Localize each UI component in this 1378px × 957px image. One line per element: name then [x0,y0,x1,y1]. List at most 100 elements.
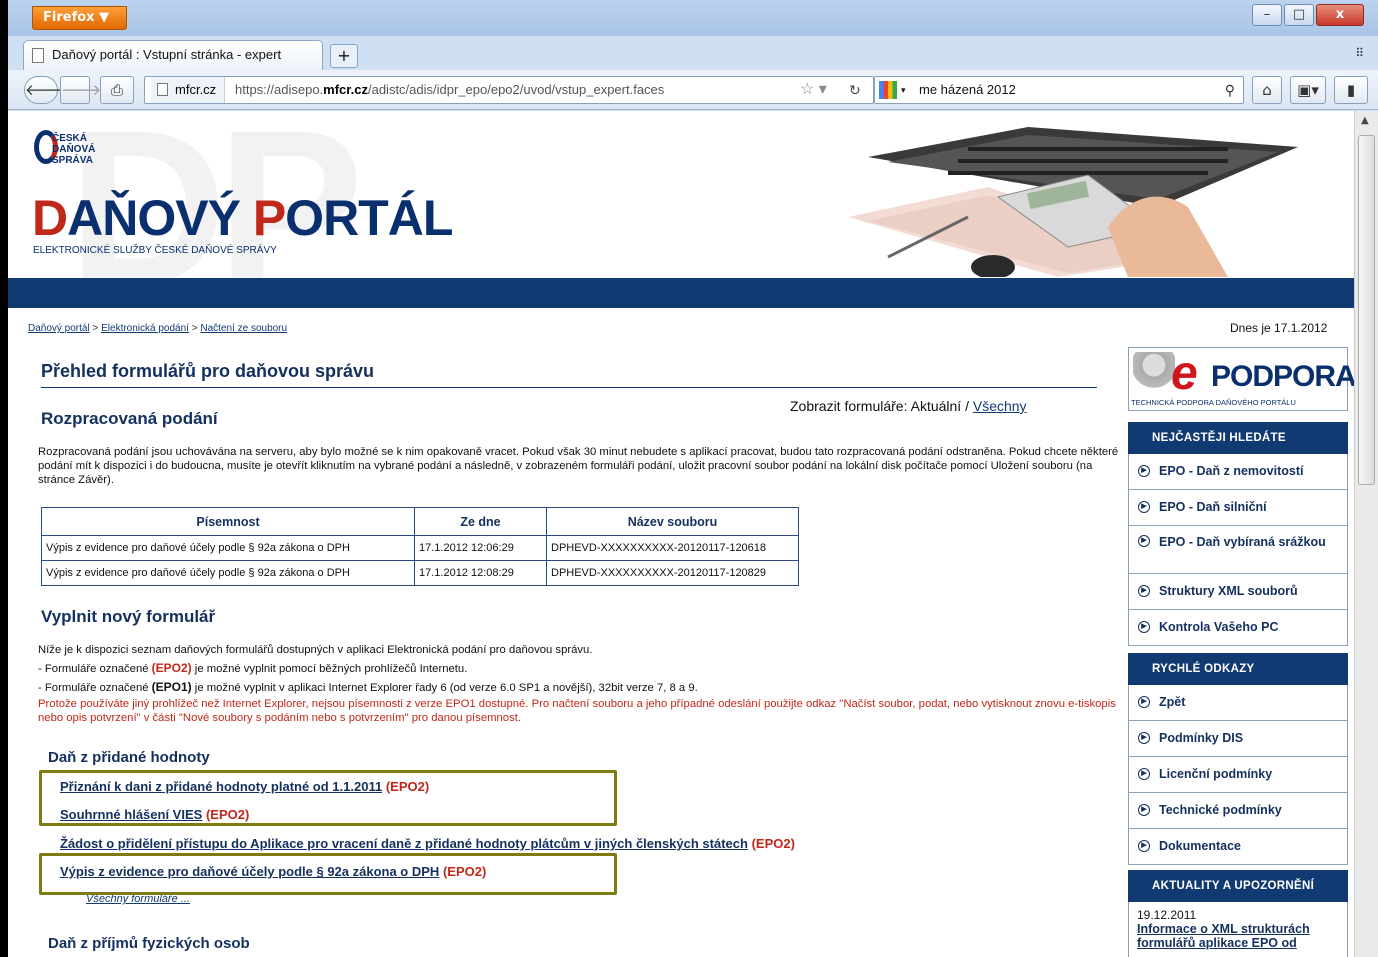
intro-line: Níže je k dispozici seznam daňových form… [38,644,593,656]
intro-line: - Formuláře označené (EPO2) je možné vyp… [38,659,1128,678]
print-button[interactable]: ⎙ [100,76,134,104]
sidebar-link-dan-silnicni[interactable]: ▶ EPO - Daň silniční [1128,490,1348,526]
news-date: 19.12.2011 [1137,908,1197,922]
bookmarks-icon: ▮ [1346,81,1356,99]
bookmark-star-icon[interactable]: ☆ ▾ [800,77,827,103]
minimize-button[interactable]: – [1252,4,1282,26]
column-header: Písemnost [41,507,415,536]
sidebar-link-dan-nemovitosti[interactable]: ▶ EPO - Daň z nemovitostí [1128,454,1348,490]
table-cell[interactable]: DPHEVD-XXXXXXXXXX-20120117-120829 [546,560,799,586]
google-icon[interactable] [879,81,897,99]
arrow-right-icon: ▶ [1138,732,1150,744]
table-row[interactable]: Výpis z evidence pro daňové účely podle … [41,560,799,586]
pfo-section-heading: Daň z příjmů fyzických osob [48,935,250,952]
sidebar-link-label: Licenční podmínky [1159,767,1273,781]
reload-icon[interactable]: ↻ [849,77,861,103]
breadcrumb-link-nacteni[interactable]: Načtení ze souboru [200,323,287,334]
portal-header: D P ČESKÁ DAŇOVÁ SPRÁVA DAŇOVÝ PORTÁL ELE… [8,111,1354,278]
arrow-right-icon: ▶ [1138,585,1150,597]
tab-strip: Daňový portál : Vstupní stránka - expert… [8,36,1378,70]
new-tab-button[interactable]: + [330,44,358,68]
extension-button[interactable]: ▣▾ [1290,76,1326,104]
title-letter-p: P [252,190,286,246]
news-body: 19.12.2011 Informace o XML strukturách f… [1128,902,1348,957]
column-header: Ze dne [414,507,547,536]
table-cell[interactable]: Výpis z evidence pro daňové účely podle … [41,560,415,586]
page-icon [157,83,168,96]
sidebar-link-label: EPO - Daň silniční [1159,500,1267,514]
table-cell[interactable]: Výpis z evidence pro daňové účely podle … [41,535,415,561]
url-path: /adistc/adis/idpr_epo/epo2/uvod/vstup_ex… [367,82,665,97]
sidebar-link-podminky-dis[interactable]: ▶ Podmínky DIS [1128,721,1348,757]
close-window-button[interactable]: x [1316,4,1364,26]
title-part: AŇOVÝ [67,190,253,246]
sidebar-link-dokumentace[interactable]: ▶ Dokumentace [1128,829,1348,865]
intro-text: je možné vyplnit pomocí běžných prohlíže… [191,663,468,675]
keyboard-calculator-illustration [848,127,1298,277]
drafts-heading: Rozpracovaná podání [41,409,218,428]
bookmarks-button[interactable]: ▮ [1334,76,1368,104]
intro-text: je možné vyplnit v aplikaci Internet Exp… [191,682,698,694]
browser-window: Firefox ▼ – □ x Daňový portál : Vstupní … [8,0,1378,957]
vertical-scrollbar[interactable]: ▲ [1354,111,1378,957]
title-part-end: ORTÁL [285,190,453,246]
sidebar-link-zpet[interactable]: ▶ Zpět [1128,685,1348,721]
sidebar-link-technicke[interactable]: ▶ Technické podmínky [1128,793,1348,829]
search-input[interactable]: me házená 2012 [919,77,1016,103]
tab-list-icon[interactable]: ⠿ [1355,46,1364,60]
breadcrumb-link-portal[interactable]: Daňový portál [28,323,90,334]
sidebar-link-label: Podmínky DIS [1159,731,1244,745]
site-identity-button[interactable]: mfcr.cz [151,77,226,103]
news-link[interactable]: Informace o XML strukturách formulářů ap… [1137,922,1339,950]
portal-subtitle: ELEKTRONICKÉ SLUŽBY ČESKÉ DAŇOVÉ SPRÁVY [33,245,277,256]
firefox-menu-button[interactable]: Firefox ▼ [32,6,127,30]
logo-line-3: SPRÁVA [52,155,93,166]
show-forms-filter: Zobrazit formuláře: Aktuální / Všechny [790,398,1027,414]
table-cell[interactable]: 17.1.2012 12:06:29 [414,535,547,561]
panel-heading: RYCHLÉ ODKAZY [1128,653,1348,685]
sidebar-link-label: Dokumentace [1159,839,1241,853]
home-icon: ⌂ [1262,81,1272,99]
show-forms-label: Zobrazit formuláře: Aktuální / [790,398,973,414]
search-magnifier-icon[interactable]: ⚲ [1225,77,1235,103]
today-date: Dnes je 17.1.2012 [1230,321,1328,335]
tab-active[interactable]: Daňový portál : Vstupní stránka - expert [23,40,323,70]
drafts-table: Písemnost Ze dne Název souboru Výpis z e… [41,507,799,586]
title-letter-d: D [32,190,68,246]
sidebar-link-kontrola-pc[interactable]: ▶ Kontrola Vašeho PC [1128,610,1348,646]
portal-title[interactable]: DAŇOVÝ PORTÁL [32,189,453,247]
sidebar-link-label: Struktury XML souborů [1159,584,1298,598]
engine-dropdown-icon[interactable]: ▾ [901,77,906,103]
sidebar-link-licencni[interactable]: ▶ Licenční podmínky [1128,757,1348,793]
table-cell[interactable]: 17.1.2012 12:08:29 [414,560,547,586]
scroll-thumb[interactable] [1358,135,1375,485]
table-cell[interactable]: DPHEVD-XXXXXXXXXX-20120117-120618 [546,535,799,561]
arrow-right-icon: ▶ [1138,768,1150,780]
panel-heading: NEJČASTĚJI HLEDÁTE [1128,422,1348,454]
home-button[interactable]: ⌂ [1252,76,1282,104]
maximize-button[interactable]: □ [1284,4,1314,26]
forward-arrow-icon: 🡒 [61,81,102,99]
cds-logo-text: ČESKÁ DAŇOVÁ SPRÁVA [52,133,95,166]
new-form-intro: Níže je k dispozici seznam daňových form… [38,641,1128,725]
show-all-forms-link[interactable]: Všechny [973,398,1027,414]
sidebar-link-label: EPO - Daň z nemovitostí [1159,464,1304,478]
url-bar[interactable]: mfcr.cz https://adisepo.mfcr.cz/adistc/a… [144,76,874,104]
forward-button[interactable]: 🡒 [60,76,101,104]
scroll-up-icon[interactable]: ▲ [1361,115,1369,126]
epodpora-banner[interactable]: e PODPORA TECHNICKÁ PODPORA DAŇOVÉHO POR… [1128,347,1354,411]
sidebar-link-label: EPO - Daň vybíraná srážkou [1159,535,1326,549]
table-row[interactable]: Výpis z evidence pro daňové účely podle … [41,535,799,561]
back-button[interactable]: 🡐 [24,76,65,104]
sidebar-link-dan-srazkou[interactable]: ▶ EPO - Daň vybíraná srážkou [1128,526,1348,574]
arrow-right-icon: ▶ [1138,501,1150,513]
search-bar[interactable]: ▾ me házená 2012 ⚲ [874,76,1244,104]
url-text[interactable]: https://adisepo.mfcr.cz/adistc/adis/idpr… [235,77,664,103]
form-link-zadost-vraceni[interactable]: Žádost o přidělení přístupu do Aplikace … [60,836,748,851]
sidebar-link-xml[interactable]: ▶ Struktury XML souborů [1128,574,1348,610]
highlight-box [39,770,617,826]
intro-text: - Formuláře označené [38,663,152,675]
arrow-right-icon: ▶ [1138,465,1150,477]
site-identity-label: mfcr.cz [175,82,217,97]
breadcrumb-link-podani[interactable]: Elektronická podání [101,323,189,334]
